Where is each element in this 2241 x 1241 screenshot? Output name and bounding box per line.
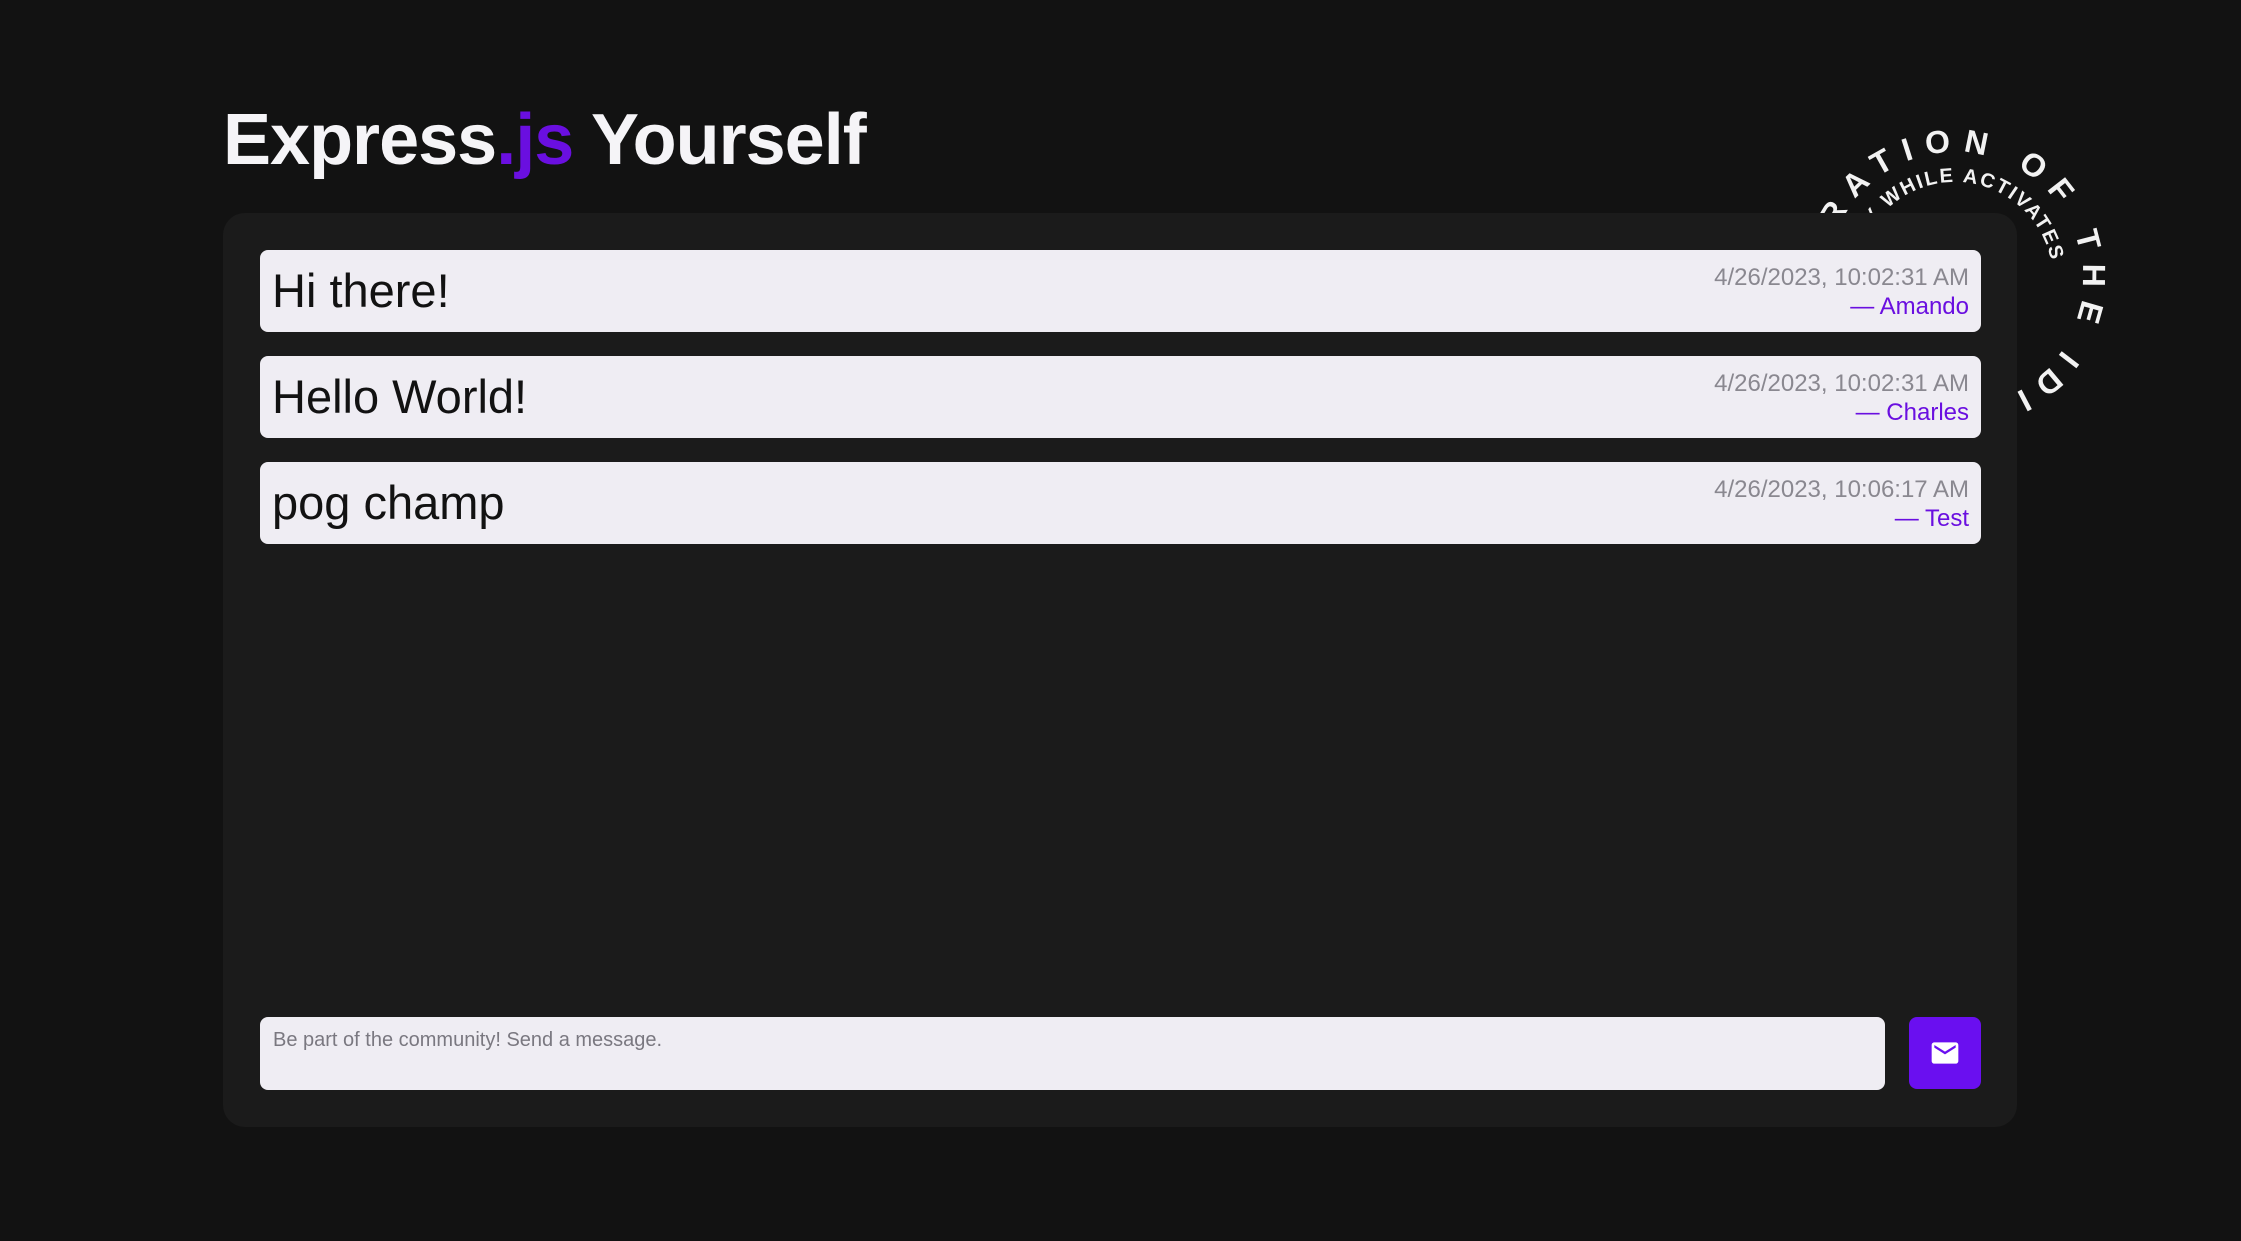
- message-timestamp: 4/26/2023, 10:06:17 AM: [1714, 476, 1969, 503]
- send-button[interactable]: [1909, 1017, 1981, 1089]
- message-meta: 4/26/2023, 10:06:17 AM — Test: [1714, 475, 1969, 533]
- message-author: — Test: [1894, 505, 1969, 532]
- message-text: Hello World!: [272, 370, 528, 423]
- title-yourself: Yourself: [573, 100, 867, 180]
- mail-icon: [1931, 1042, 1959, 1064]
- message-author: — Amando: [1850, 293, 1969, 320]
- message-card: Hi there! 4/26/2023, 10:02:31 AM — Amand…: [260, 250, 1981, 332]
- message-meta: 4/26/2023, 10:02:31 AM — Amando: [1714, 263, 1969, 321]
- title-accent: .js: [496, 100, 574, 180]
- message-author: — Charles: [1855, 399, 1969, 426]
- page: Express.js Yourself ADMIRATION OF THE ID…: [0, 0, 2241, 1241]
- message-timestamp: 4/26/2023, 10:02:31 AM: [1714, 370, 1969, 397]
- message-text: pog champ: [272, 476, 505, 529]
- title-express: Express: [223, 100, 497, 180]
- message-timestamp: 4/26/2023, 10:02:31 AM: [1714, 264, 1969, 291]
- message-card: pog champ 4/26/2023, 10:06:17 AM — Test: [260, 462, 1981, 544]
- message-text: Hi there!: [272, 264, 450, 317]
- page-title: Express.js Yourself: [223, 104, 867, 176]
- chat-panel: Hi there! 4/26/2023, 10:02:31 AM — Amand…: [223, 213, 2017, 1127]
- message-input[interactable]: [260, 1017, 1885, 1090]
- message-list: Hi there! 4/26/2023, 10:02:31 AM — Amand…: [260, 250, 1981, 568]
- message-composer: [260, 1017, 1981, 1090]
- message-meta: 4/26/2023, 10:02:31 AM — Charles: [1714, 369, 1969, 427]
- message-card: Hello World! 4/26/2023, 10:02:31 AM — Ch…: [260, 356, 1981, 438]
